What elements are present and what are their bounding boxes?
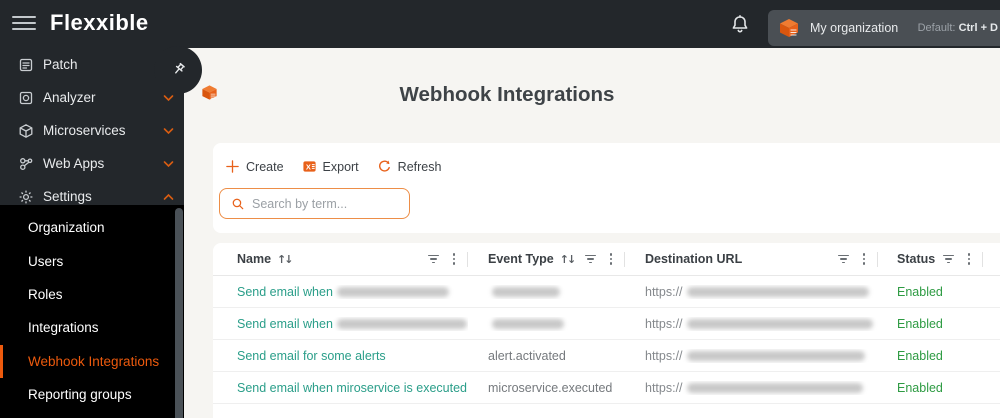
- chevron-down-icon: [163, 127, 174, 134]
- column-menu-icon[interactable]: [449, 253, 459, 266]
- status-badge: Enabled: [897, 316, 943, 331]
- status-badge: Enabled: [897, 348, 943, 363]
- table-row: Send email when miroservice is executed …: [213, 372, 1000, 404]
- redacted-text: [336, 286, 449, 297]
- redacted-text: [686, 286, 869, 297]
- column-menu-icon[interactable]: [964, 253, 974, 266]
- sidebar-item-users[interactable]: Users: [0, 244, 184, 277]
- gear-icon: [19, 190, 33, 203]
- organization-name: My organization: [810, 21, 899, 35]
- status-badge: Enabled: [897, 380, 943, 395]
- filter-icon[interactable]: [584, 254, 597, 265]
- filter-icon[interactable]: [942, 254, 955, 265]
- table-row: Send email for some alerts alert.activat…: [213, 340, 1000, 372]
- column-header-status[interactable]: Status: [878, 243, 983, 275]
- microservices-cube-icon: [19, 123, 33, 138]
- notifications-bell-icon[interactable]: [728, 13, 752, 37]
- redacted-text: [492, 286, 560, 297]
- refresh-button[interactable]: Refresh: [377, 159, 441, 174]
- export-xlsx-icon: X: [302, 161, 316, 172]
- column-header-name[interactable]: Name ↑↓: [213, 243, 468, 275]
- redacted-text: [686, 350, 865, 361]
- search-box: [219, 188, 410, 219]
- webhooks-table: Name ↑↓ Event Type ↑↓ Destination URL St…: [213, 243, 1000, 418]
- webhook-name-link[interactable]: Send email when miroservice is executed: [237, 381, 467, 395]
- sidebar-scrollbar-thumb[interactable]: [175, 208, 183, 418]
- search-input[interactable]: [252, 196, 409, 211]
- webhook-name-link[interactable]: Send email when: [237, 285, 449, 299]
- webhook-integrations-page-icon: [202, 85, 217, 100]
- create-button[interactable]: Create: [225, 159, 284, 174]
- redacted-text: [492, 318, 564, 329]
- page-title: Webhook Integrations: [399, 83, 615, 106]
- column-menu-icon[interactable]: [859, 253, 869, 266]
- redacted-text: [336, 318, 467, 329]
- table-header-row: Name ↑↓ Event Type ↑↓ Destination URL St…: [213, 243, 1000, 276]
- organization-switcher[interactable]: My organization Default: Ctrl + D: [768, 10, 1000, 46]
- filter-icon[interactable]: [427, 254, 440, 265]
- sidebar-item-reporting-groups[interactable]: Reporting groups: [0, 378, 184, 411]
- search-icon: [232, 198, 244, 209]
- column-divider: [982, 251, 983, 267]
- chevron-down-icon: [163, 160, 174, 167]
- sort-icon[interactable]: ↑↓: [560, 253, 577, 266]
- main-content: Webhook Integrations Create X Export Ref…: [184, 48, 1000, 418]
- sidebar-item-integrations[interactable]: Integrations: [0, 311, 184, 344]
- sidebar-pin-button[interactable]: [154, 46, 202, 94]
- brand-logo[interactable]: Flexxible: [50, 10, 149, 36]
- svg-text:X: X: [305, 162, 310, 171]
- organization-box-icon: [780, 19, 798, 37]
- table-row: Send email when https:// Enabled: [213, 308, 1000, 340]
- filter-icon[interactable]: [837, 254, 850, 265]
- sidebar-nav: Patch Analyzer Microservices Web Apps Se…: [0, 48, 184, 418]
- settings-submenu: Organization Users Roles Integrations We…: [0, 205, 184, 418]
- chevron-up-icon: [163, 193, 174, 200]
- sidebar-item-microservices[interactable]: Microservices: [0, 114, 184, 147]
- status-badge: Enabled: [897, 284, 943, 299]
- sidebar-item-analyzer[interactable]: Analyzer: [0, 81, 184, 114]
- refresh-icon: [378, 160, 390, 172]
- table-row: Send email when https:// Enabled: [213, 276, 1000, 308]
- webhook-name-link[interactable]: Send email for some alerts: [237, 349, 386, 363]
- patch-icon: [19, 58, 33, 71]
- plus-icon: [226, 160, 239, 173]
- column-menu-icon[interactable]: [606, 253, 616, 266]
- sidebar-item-organization[interactable]: Organization: [0, 211, 184, 244]
- organization-shortcut: Default: Ctrl + D: [917, 22, 998, 34]
- pin-icon: [175, 62, 185, 74]
- column-header-event-type[interactable]: Event Type ↑↓: [468, 243, 625, 275]
- hamburger-menu-icon[interactable]: [12, 16, 36, 32]
- export-button[interactable]: X Export: [302, 159, 359, 174]
- analyzer-icon: [19, 91, 33, 104]
- sort-icon[interactable]: ↑↓: [277, 253, 294, 266]
- chevron-down-icon: [163, 94, 174, 101]
- column-header-destination-url[interactable]: Destination URL: [625, 243, 878, 275]
- web-apps-nodes-icon: [20, 157, 33, 170]
- toolbar-card: Create X Export Refresh: [213, 143, 1000, 233]
- redacted-text: [686, 382, 863, 393]
- sidebar-item-web-apps[interactable]: Web Apps: [0, 147, 184, 180]
- redacted-text: [686, 318, 873, 329]
- sidebar-item-roles[interactable]: Roles: [0, 278, 184, 311]
- sidebar-item-webhook-integrations[interactable]: Webhook Integrations: [0, 344, 184, 378]
- top-header: Flexxible My organization Default: Ctrl …: [0, 0, 1000, 48]
- webhook-name-link[interactable]: Send email when: [237, 317, 467, 331]
